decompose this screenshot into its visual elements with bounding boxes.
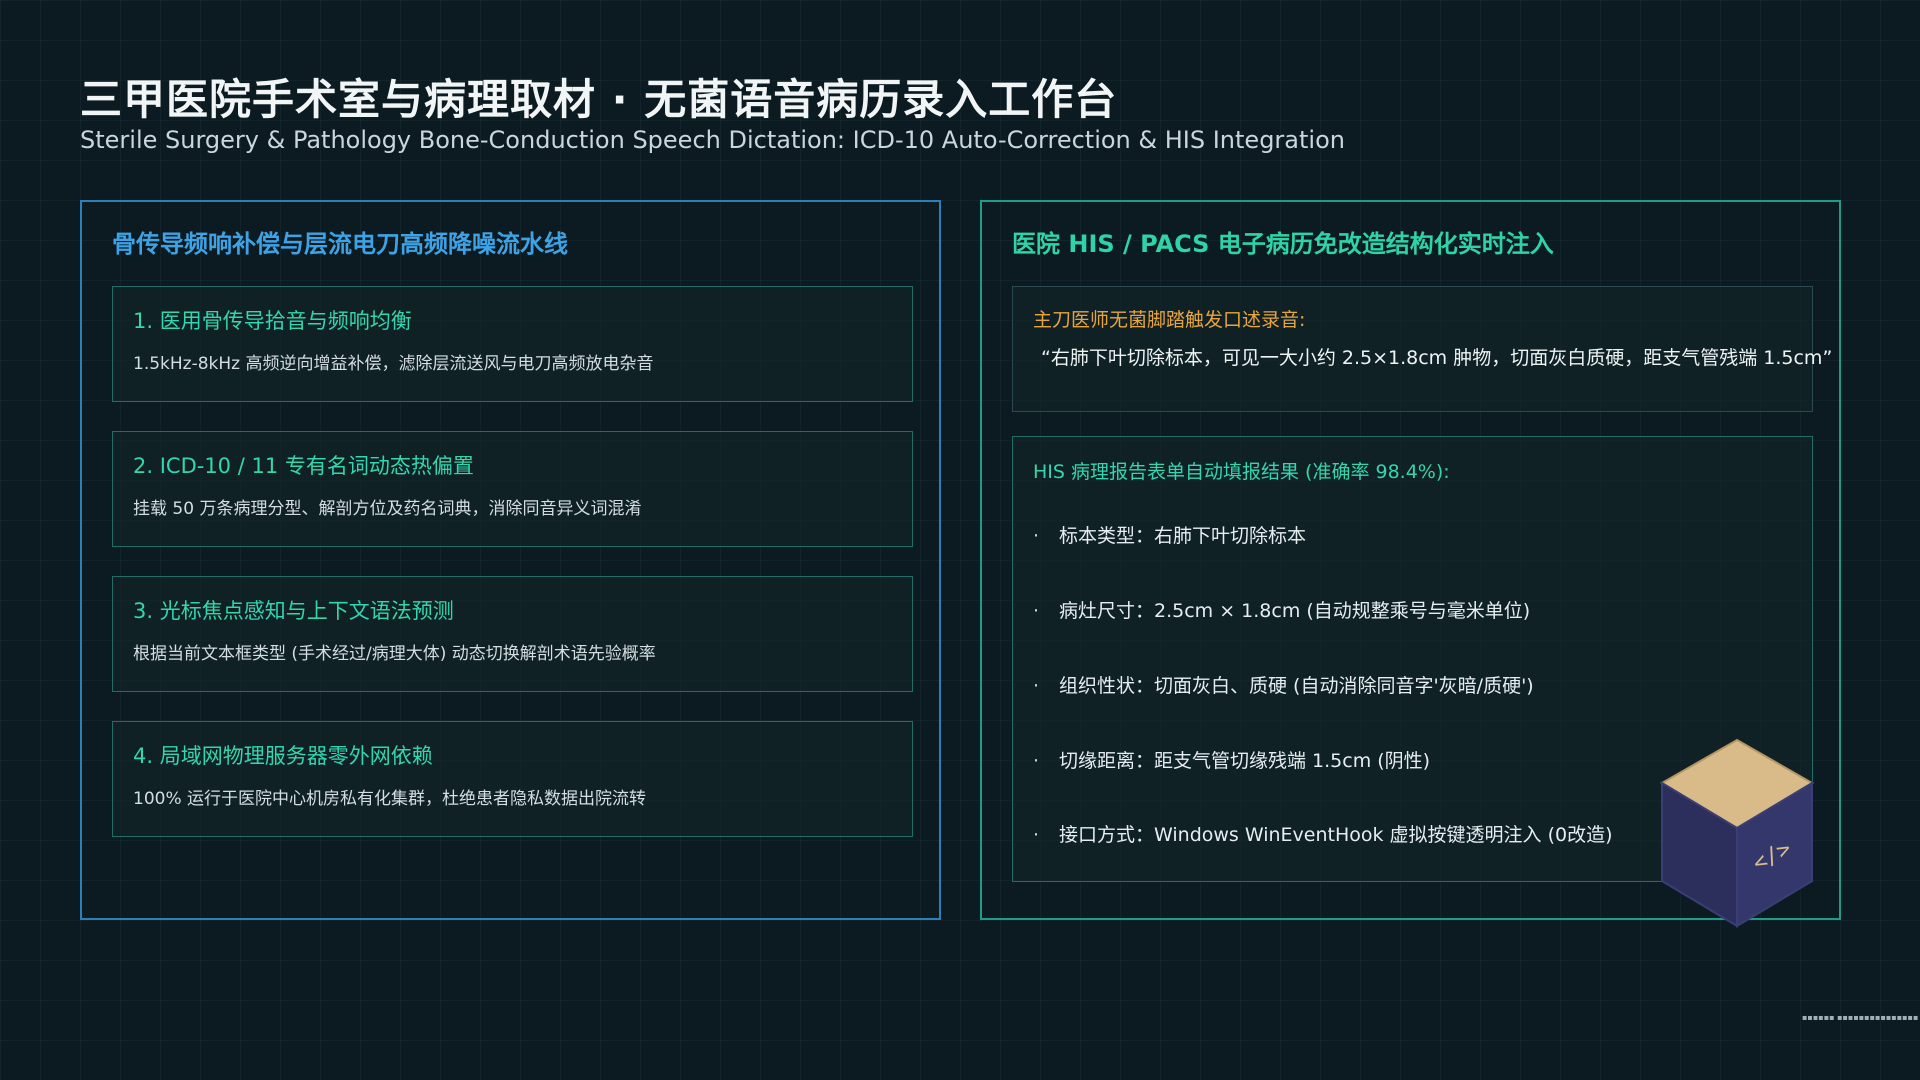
step-title: 2. ICD-10 / 11 专有名词动态热偏置: [133, 454, 474, 478]
bullet-icon: ·: [1033, 525, 1040, 547]
result-item-text: 切缘距离：距支气管切缘残端 1.5cm (阴性): [1059, 750, 1431, 772]
result-item-text: 病灶尺寸：2.5cm × 1.8cm (自动规整乘号与毫米单位): [1059, 600, 1531, 622]
result-item-text: 标本类型：右肺下叶切除标本: [1059, 525, 1307, 547]
bullet-icon: ·: [1033, 675, 1040, 697]
voice-quote: “右肺下叶切除标本，可见一大小约 2.5×1.8cm 肿物，切面灰白质硬，距支气…: [1041, 347, 1833, 369]
result-item: · 标本类型：右肺下叶切除标本: [1033, 521, 1306, 548]
code-cube-icon: </>: [1652, 738, 1822, 928]
result-title: HIS 病理报告表单自动填报结果 (准确率 98.4%):: [1033, 461, 1450, 483]
pipeline-panel: 骨传导频响补偿与层流电刀高频降噪流水线 1. 医用骨传导拾音与频响均衡 1.5k…: [80, 200, 941, 920]
step-title: 3. 光标焦点感知与上下文语法预测: [133, 599, 454, 623]
step-desc: 100% 运行于医院中心机房私有化集群，杜绝患者隐私数据出院流转: [133, 789, 647, 809]
step-desc: 挂载 50 万条病理分型、解剖方位及药名词典，消除同音异义词混淆: [133, 499, 642, 519]
pipeline-step-2: 2. ICD-10 / 11 专有名词动态热偏置 挂载 50 万条病理分型、解剖…: [112, 431, 913, 547]
step-desc: 根据当前文本框类型 (手术经过/病理大体) 动态切换解剖术语先验概率: [133, 644, 656, 664]
pipeline-panel-title: 骨传导频响补偿与层流电刀高频降噪流水线: [112, 230, 568, 258]
result-item-text: 组织性状：切面灰白、质硬 (自动消除同音字'灰暗/质硬'): [1059, 675, 1534, 697]
bullet-icon: ·: [1033, 600, 1040, 622]
bullet-icon: ·: [1033, 750, 1040, 772]
step-title: 4. 局域网物理服务器零外网依赖: [133, 744, 433, 768]
result-item: · 接口方式：Windows WinEventHook 虚拟按键透明注入 (0改造…: [1033, 820, 1613, 847]
step-title: 1. 医用骨传导拾音与频响均衡: [133, 309, 412, 333]
pipeline-step-4: 4. 局域网物理服务器零外网依赖 100% 运行于医院中心机房私有化集群，杜绝患…: [112, 721, 913, 837]
result-item: · 切缘距离：距支气管切缘残端 1.5cm (阴性): [1033, 746, 1430, 773]
his-panel-title: 医院 HIS / PACS 电子病历免改造结构化实时注入: [1012, 230, 1554, 258]
page-subtitle: Sterile Surgery & Pathology Bone-Conduct…: [80, 126, 1345, 154]
bullet-icon: ·: [1033, 824, 1040, 846]
footnote: ▪▪▪▪▪▪ ▪▪▪▪▪▪▪▪▪▪▪▪▪▪▪: [1802, 1013, 1919, 1022]
pipeline-step-1: 1. 医用骨传导拾音与频响均衡 1.5kHz-8kHz 高频逆向增益补偿，滤除层…: [112, 286, 913, 402]
page-title: 三甲医院手术室与病理取材 · 无菌语音病历录入工作台: [80, 75, 1118, 124]
result-item: · 组织性状：切面灰白、质硬 (自动消除同音字'灰暗/质硬'): [1033, 671, 1534, 698]
result-item: · 病灶尺寸：2.5cm × 1.8cm (自动规整乘号与毫米单位): [1033, 596, 1530, 623]
step-desc: 1.5kHz-8kHz 高频逆向增益补偿，滤除层流送风与电刀高频放电杂音: [133, 354, 654, 374]
pipeline-step-3: 3. 光标焦点感知与上下文语法预测 根据当前文本框类型 (手术经过/病理大体) …: [112, 576, 913, 692]
voice-label: 主刀医师无菌脚踏触发口述录音:: [1033, 309, 1306, 331]
voice-dictation-box: 主刀医师无菌脚踏触发口述录音: “右肺下叶切除标本，可见一大小约 2.5×1.8…: [1012, 286, 1832, 412]
result-item-text: 接口方式：Windows WinEventHook 虚拟按键透明注入 (0改造): [1059, 824, 1613, 846]
